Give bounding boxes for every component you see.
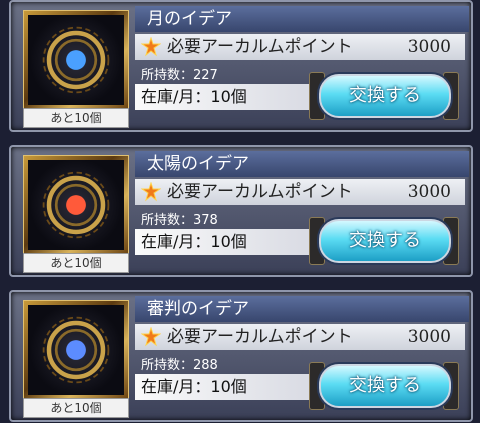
idea-orb-icon xyxy=(42,171,110,239)
arcarum-point-icon xyxy=(141,37,161,57)
cost-value: 3000 xyxy=(407,182,451,202)
exchange-button-wrap: 交換する xyxy=(309,68,459,122)
remaining-count: あと10個 xyxy=(23,108,129,128)
item-thumbnail[interactable] xyxy=(23,10,129,110)
exchange-button[interactable]: 交換する xyxy=(319,364,451,408)
idea-orb-icon xyxy=(42,26,110,94)
cost-row: 必要アーカルムポイント 3000 xyxy=(135,179,465,205)
exchange-button[interactable]: 交換する xyxy=(319,74,451,118)
cost-value: 3000 xyxy=(407,327,451,347)
item-card: あと10個 太陽のイデア 必要アーカルムポイント 3000 所持数：378 在庫… xyxy=(9,145,473,277)
item-card: あと10個 月のイデア 必要アーカルムポイント 3000 所持数：227 在庫/… xyxy=(9,0,473,132)
owned-count: 所持数：288 xyxy=(141,358,218,373)
item-card: あと10個 審判のイデア 必要アーカルムポイント 3000 所持数：288 在庫… xyxy=(9,290,473,422)
idea-orb-icon xyxy=(42,316,110,384)
cost-label: 必要アーカルムポイント xyxy=(167,327,353,347)
exchange-button-wrap: 交換する xyxy=(309,358,459,412)
item-thumbnail[interactable] xyxy=(23,155,129,255)
exchange-button[interactable]: 交換する xyxy=(319,219,451,263)
item-title: 太陽のイデア xyxy=(135,151,469,177)
remaining-count: あと10個 xyxy=(23,253,129,273)
item-title: 審判のイデア xyxy=(135,296,469,322)
cost-value: 3000 xyxy=(407,37,451,57)
remaining-count: あと10個 xyxy=(23,398,129,418)
item-title: 月のイデア xyxy=(135,6,469,32)
owned-count: 所持数：227 xyxy=(141,68,218,83)
owned-count: 所持数：378 xyxy=(141,213,218,228)
cost-label: 必要アーカルムポイント xyxy=(167,182,353,202)
exchange-button-wrap: 交換する xyxy=(309,213,459,267)
cost-label: 必要アーカルムポイント xyxy=(167,37,353,57)
arcarum-point-icon xyxy=(141,182,161,202)
item-thumbnail[interactable] xyxy=(23,300,129,400)
cost-row: 必要アーカルムポイント 3000 xyxy=(135,324,465,350)
arcarum-point-icon xyxy=(141,327,161,347)
cost-row: 必要アーカルムポイント 3000 xyxy=(135,34,465,60)
